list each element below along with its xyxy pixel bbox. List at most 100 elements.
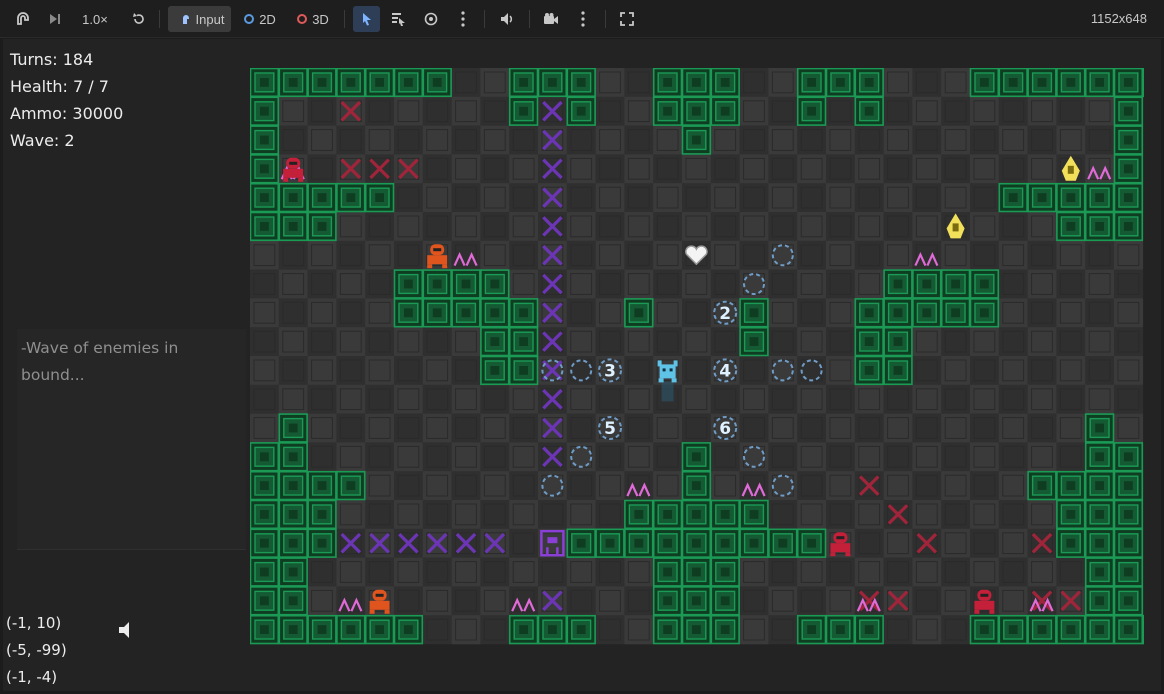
eye-icon[interactable]: [420, 6, 442, 32]
wall-tile: [278, 586, 308, 616]
wall-tile: [1084, 442, 1115, 472]
wall-tile: [1056, 470, 1086, 501]
wall-tile: [1084, 182, 1115, 213]
next-frame-icon[interactable]: [44, 6, 66, 32]
wall-tile: [422, 269, 452, 299]
wall-tile: [278, 182, 308, 213]
editor-toolbar: 1.0× Input 2D 3D 1152x648: [0, 0, 1164, 38]
wall-tile: [364, 182, 395, 213]
marker-number: 6: [719, 419, 731, 439]
speaker-icon[interactable]: [118, 620, 136, 645]
wall-tile: [1084, 470, 1115, 501]
wall-tile: [278, 557, 308, 587]
wall-tile: [768, 528, 798, 558]
wall-tile: [422, 68, 452, 98]
wall-tile: [681, 499, 712, 530]
wall-tile: [508, 68, 539, 98]
wall-tile: [393, 298, 424, 328]
wall-tile: [307, 211, 337, 242]
wall-tile: [250, 154, 280, 184]
coord-line: (-1, -4): [6, 668, 58, 686]
wall-tile: [451, 298, 481, 328]
wall-tile: [883, 355, 913, 386]
wall-tile: [250, 614, 280, 645]
list-select-icon[interactable]: [387, 6, 409, 32]
more-options-icon[interactable]: [454, 6, 472, 32]
wall-tile: [969, 68, 1000, 98]
input-label: Input: [195, 11, 225, 27]
wall-tile: [250, 182, 280, 213]
wall-tile: [278, 68, 308, 98]
marker-number: 2: [719, 304, 731, 324]
wall-tile: [969, 614, 1000, 645]
wall-tile: [1113, 586, 1144, 616]
wall-tile: [422, 298, 452, 328]
wall-tile: [1084, 413, 1115, 443]
audio-icon[interactable]: [495, 6, 519, 32]
wall-tile: [1142, 614, 1144, 645]
wall-tile: [1084, 528, 1115, 558]
coord-line: (-1, 10): [6, 614, 62, 632]
wall-tile: [739, 326, 769, 357]
marker-number: 4: [719, 361, 731, 381]
fullscreen-icon[interactable]: [616, 6, 638, 32]
wall-tile: [854, 96, 884, 126]
wall-tile: [1027, 470, 1057, 501]
wall-tile: [912, 298, 942, 328]
wall-tile: [508, 614, 539, 645]
wall-tile: [1113, 528, 1144, 558]
input-toggle-button[interactable]: Input: [168, 6, 231, 32]
wall-tile: [278, 614, 308, 645]
wall-tile: [364, 68, 395, 98]
wall-tile: [681, 96, 712, 126]
mode-3d-button[interactable]: 3D: [292, 6, 334, 32]
coordinate-readout: (-1, 10) (-5, -99) (-1, -4): [6, 610, 67, 691]
wall-tile: [854, 614, 884, 645]
wall-tile: [1056, 614, 1086, 645]
wall-tile: [710, 68, 740, 98]
speed-label: 1.0×: [82, 11, 108, 27]
wall-tile: [1027, 614, 1057, 645]
game-board[interactable]: 2 3 4 5 6: [250, 68, 1144, 646]
wall-tile: [1113, 182, 1144, 213]
message-line: bound...: [21, 366, 85, 384]
wall-tile: [1113, 499, 1144, 530]
2d-icon: [244, 14, 255, 24]
wall-tile: [1113, 614, 1144, 645]
wall-tile: [1113, 154, 1144, 184]
wall-tile: [307, 68, 337, 98]
wall-tile: [1113, 557, 1144, 587]
wall-tile: [739, 499, 769, 530]
wall-tile: [1113, 96, 1144, 126]
wall-tile: [739, 298, 769, 328]
wall-tile: [393, 269, 424, 299]
camera-icon[interactable]: [540, 6, 562, 32]
wall-tile: [710, 96, 740, 126]
wall-tile: [1056, 528, 1086, 558]
wall-tile: [796, 528, 827, 558]
wall-tile: [883, 326, 913, 357]
camera-options-icon[interactable]: [574, 6, 592, 32]
speed-button[interactable]: 1.0×: [76, 6, 114, 32]
wall-tile: [681, 125, 712, 155]
wall-tile: [250, 528, 280, 558]
wall-tile: [393, 614, 424, 645]
wall-tile: [624, 499, 654, 530]
wall-tile: [1113, 442, 1144, 472]
wall-tile: [595, 528, 625, 558]
wall-tile: [969, 269, 1000, 299]
wall-tile: [710, 557, 740, 587]
ammo-counter: Ammo: 30000: [10, 104, 124, 123]
cursor-icon: [362, 13, 371, 26]
reset-speed-icon[interactable]: [128, 6, 150, 32]
wall-tile: [278, 470, 308, 501]
wall-tile: [1084, 557, 1115, 587]
wall-tile: [1113, 125, 1144, 155]
mode-2d-button[interactable]: 2D: [240, 6, 280, 32]
select-tool-button[interactable]: [353, 6, 380, 32]
wall-tile: [393, 68, 424, 98]
wall-tile: [681, 442, 712, 472]
marker-number: 5: [604, 419, 616, 439]
coord-line: (-5, -99): [6, 641, 67, 659]
remote-debug-icon[interactable]: [12, 6, 34, 32]
